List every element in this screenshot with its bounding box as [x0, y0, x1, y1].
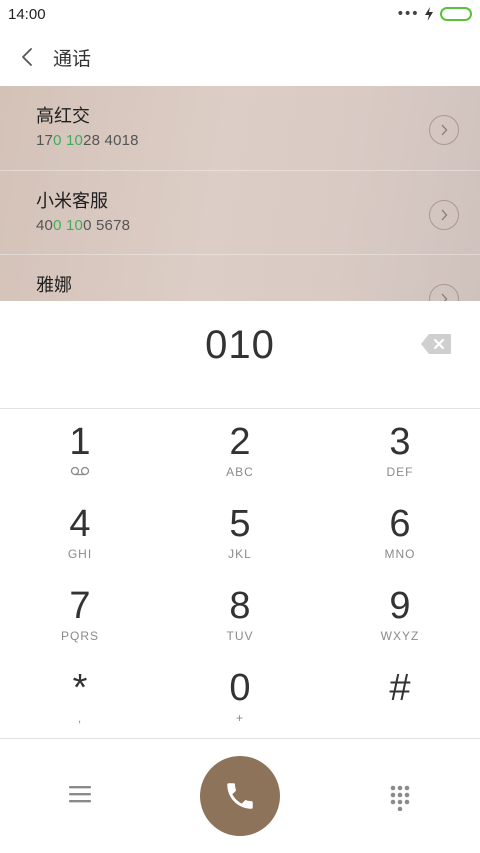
key-digit: 0 — [229, 667, 251, 709]
key-digit: 7 — [69, 585, 91, 627]
contact-name: 雅娜 — [36, 275, 72, 296]
key-letters: PQRS — [60, 629, 99, 643]
charging-bolt-icon — [425, 7, 433, 21]
key-6[interactable]: 6 MNO — [320, 492, 480, 574]
contact-item[interactable]: 雅娜 — [0, 254, 480, 301]
key-9[interactable]: 9 WXYZ — [320, 574, 480, 656]
contact-name: 高红交 — [36, 106, 90, 127]
contact-name: 小米客服 — [36, 191, 108, 212]
key-digit: 9 — [389, 585, 411, 627]
page-title: 通话 — [53, 47, 92, 70]
contact-detail-button[interactable] — [429, 200, 459, 230]
phone-icon — [227, 783, 253, 809]
bottom-action-bar — [0, 738, 480, 853]
backspace-icon[interactable] — [420, 333, 452, 355]
key-1[interactable]: 1 — [0, 410, 160, 492]
key-4[interactable]: 4 GHI — [0, 492, 160, 574]
key-digit: 2 — [229, 421, 251, 463]
key-8[interactable]: 8 TUV — [160, 574, 320, 656]
key-hash[interactable]: # — [320, 656, 480, 738]
chevron-right-icon — [441, 124, 448, 136]
key-digit: 8 — [229, 585, 251, 627]
contact-detail-button[interactable] — [429, 115, 459, 145]
call-button[interactable] — [200, 756, 280, 836]
battery-icon — [440, 7, 472, 21]
contact-number: 400 100 5678 — [36, 217, 131, 234]
back-button[interactable] — [0, 28, 54, 86]
contact-suggestions-list: 高红交 170 1028 4018 小米客服 400 100 5678 雅娜 — [0, 86, 480, 301]
chevron-right-icon — [441, 209, 448, 221]
app-header: 通话 — [0, 28, 480, 86]
chevron-right-icon — [441, 293, 448, 301]
key-letters: ABC — [226, 465, 254, 479]
status-icons: ••• — [396, 7, 472, 21]
key-letters: JKL — [228, 547, 252, 561]
key-7[interactable]: 7 PQRS — [0, 574, 160, 656]
contact-number: 170 1028 4018 — [36, 132, 139, 149]
contact-item[interactable]: 高红交 170 1028 4018 — [0, 86, 480, 170]
key-letters: , — [77, 711, 83, 725]
dialed-number[interactable]: 010 — [0, 323, 480, 368]
dial-display: 010 — [0, 301, 480, 409]
more-dots-icon: ••• — [396, 6, 419, 22]
key-digit: 6 — [389, 503, 411, 545]
key-letters: WXYZ — [380, 629, 420, 643]
status-time: 14:00 — [8, 5, 46, 23]
key-letters: DEF — [386, 465, 414, 479]
key-digit: 3 — [389, 421, 411, 463]
contact-item[interactable]: 小米客服 400 100 5678 — [0, 170, 480, 254]
key-0[interactable]: 0 + — [160, 656, 320, 738]
voicemail-icon — [70, 465, 90, 479]
key-digit: 4 — [69, 503, 91, 545]
key-2[interactable]: 2 ABC — [160, 410, 320, 492]
key-3[interactable]: 3 DEF — [320, 410, 480, 492]
key-5[interactable]: 5 JKL — [160, 492, 320, 574]
key-digit: 1 — [69, 421, 91, 463]
key-letters: TUV — [226, 629, 254, 643]
dialpad-icon[interactable] — [386, 783, 414, 811]
key-digit: 5 — [229, 503, 251, 545]
key-star[interactable]: * , — [0, 656, 160, 738]
chevron-left-icon — [22, 48, 32, 66]
key-letters: MNO — [384, 547, 416, 561]
key-digit: # — [389, 667, 411, 709]
status-bar: 14:00 ••• — [0, 0, 480, 28]
key-digit: * — [72, 667, 88, 709]
key-letters: + — [235, 711, 244, 725]
dial-keypad: 1 2 ABC 3 DEF 4 GHI 5 JKL 6 MNO 7 PQRS 8… — [0, 410, 480, 738]
key-letters: GHI — [67, 547, 93, 561]
menu-icon[interactable] — [66, 782, 94, 806]
